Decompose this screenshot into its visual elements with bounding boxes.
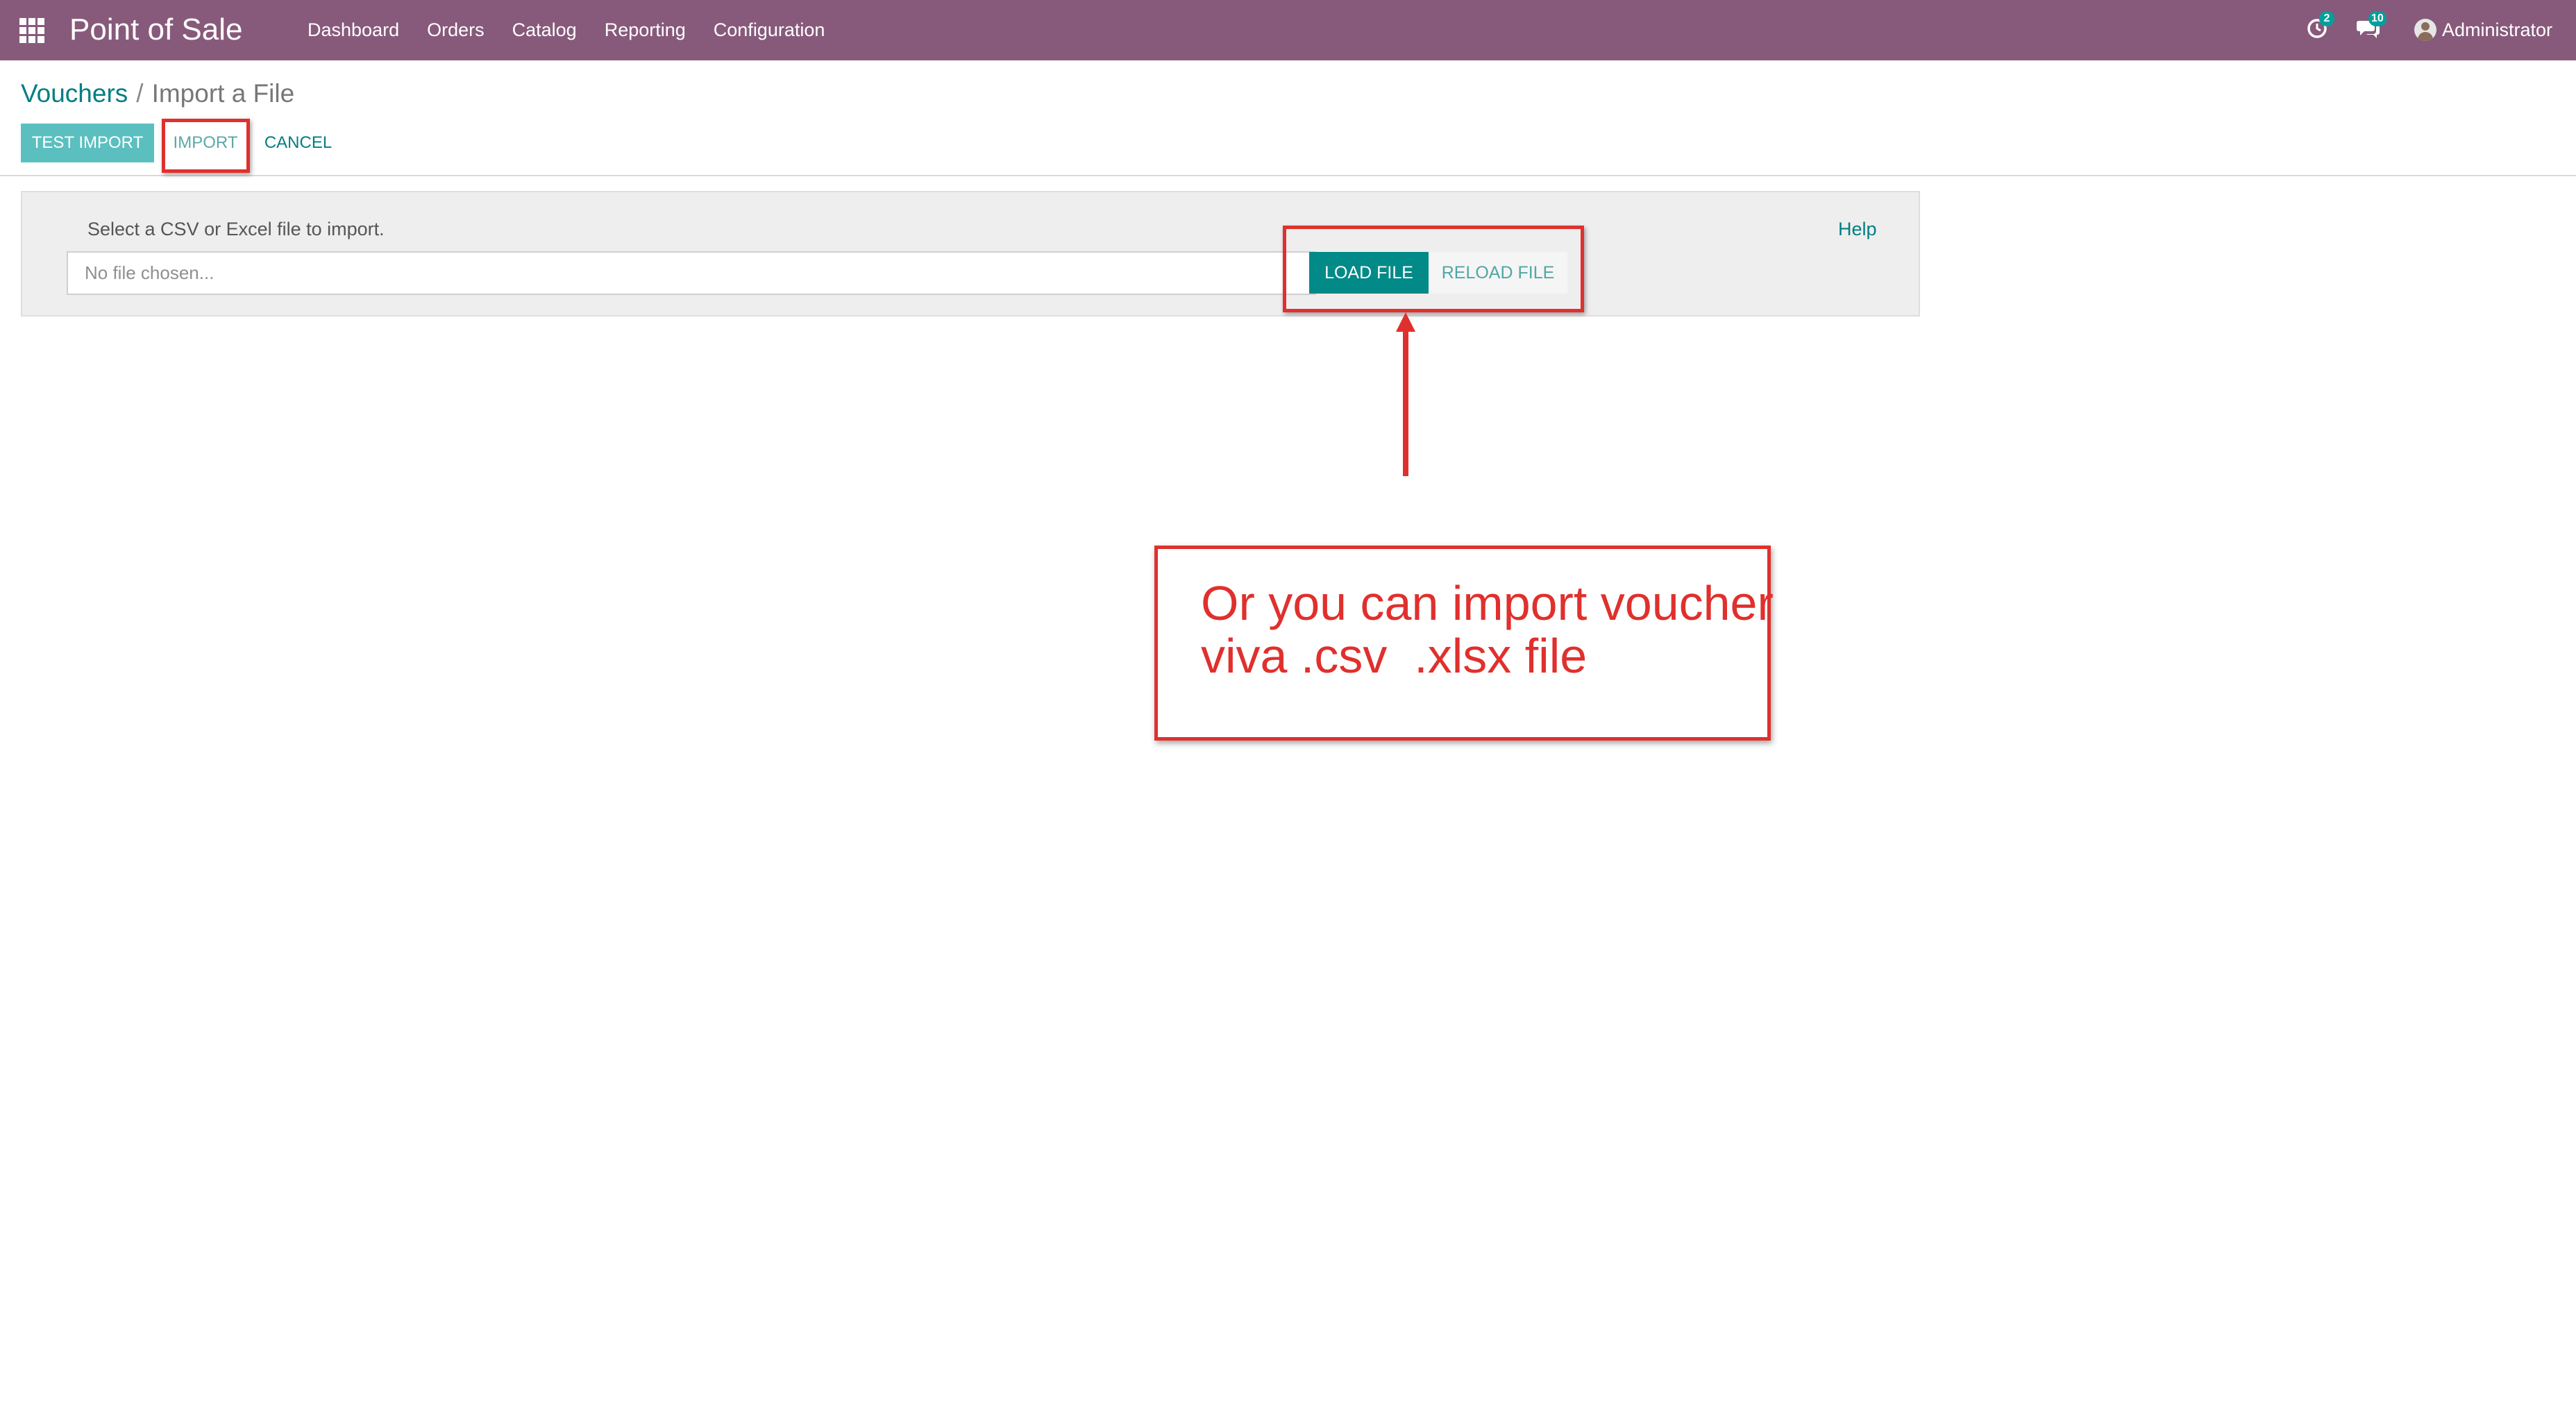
menu-item-dashboard[interactable]: Dashboard: [308, 17, 399, 43]
user-avatar-icon: [2414, 19, 2436, 41]
menu-item-catalog[interactable]: Catalog: [512, 17, 577, 43]
menu-item-orders[interactable]: Orders: [427, 17, 485, 43]
cancel-button[interactable]: CANCEL: [258, 124, 338, 162]
app-title[interactable]: Point of Sale: [69, 11, 243, 49]
import-panel: Select a CSV or Excel file to import. He…: [21, 191, 1920, 316]
apps-grid-icon[interactable]: [19, 18, 44, 43]
breadcrumb-current: Import a File: [151, 79, 295, 108]
test-import-button[interactable]: TEST IMPORT: [21, 124, 154, 162]
load-file-highlight-box: [1283, 226, 1584, 312]
user-menu[interactable]: Administrator: [2414, 17, 2552, 43]
import-instruction: Select a CSV or Excel file to import.: [87, 219, 385, 239]
file-name-field[interactable]: [67, 251, 1316, 295]
help-link[interactable]: Help: [1838, 217, 1877, 241]
user-name: Administrator: [2442, 19, 2553, 40]
top-navbar: Point of Sale Dashboard Orders Catalog R…: [0, 0, 2576, 60]
annotation-callout: Or you can import voucher viva .csv .xls…: [1154, 546, 1774, 741]
activity-clock-icon[interactable]: 2: [2307, 11, 2334, 40]
menu-item-reporting[interactable]: Reporting: [605, 17, 686, 43]
messages-count-badge: 10: [2368, 11, 2386, 26]
main-menu: Dashboard Orders Catalog Reporting Confi…: [308, 17, 852, 43]
annotation-line-1: Or you can import voucher: [1201, 576, 1774, 630]
menu-item-configuration[interactable]: Configuration: [714, 17, 825, 43]
breadcrumb-separator: /: [136, 79, 144, 108]
control-panel-divider: [0, 175, 2576, 176]
breadcrumb: Vouchers / Import a File: [21, 76, 294, 111]
chat-bubbles-icon[interactable]: 10: [2356, 11, 2386, 40]
activity-count-badge: 2: [2319, 11, 2334, 26]
arrow-up-icon: [1388, 312, 1423, 482]
annotation-line-2: viva .csv .xlsx file: [1201, 629, 1588, 683]
breadcrumb-vouchers[interactable]: Vouchers: [21, 79, 128, 108]
import-highlight-box: [162, 119, 250, 173]
